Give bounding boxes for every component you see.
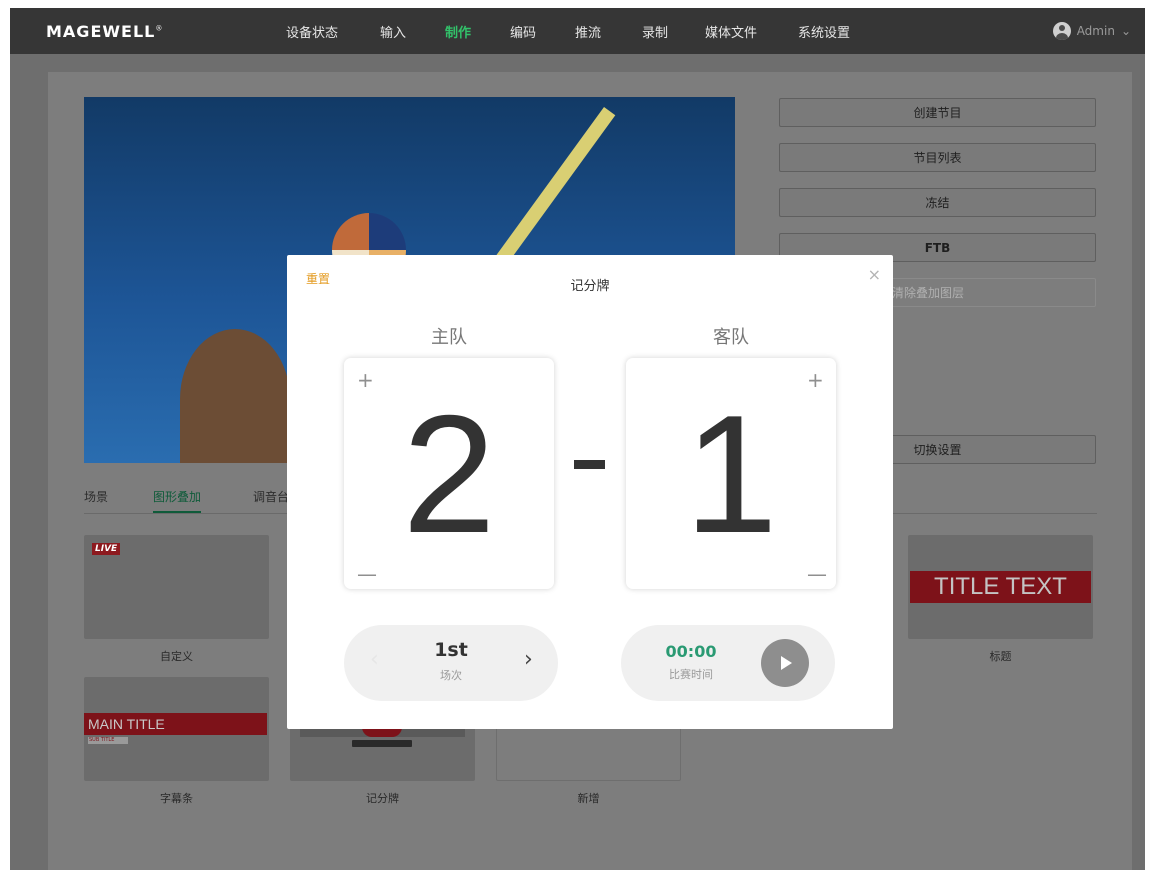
overlay-label-custom: 自定义 [160, 650, 193, 663]
game-timer: 00:00 比赛时间 [621, 625, 835, 701]
play-icon[interactable] [761, 639, 809, 687]
overlay-label-title: 标题 [989, 650, 1012, 663]
nav-production[interactable]: 制作 [445, 22, 471, 41]
nav-encoding[interactable]: 编码 [510, 22, 536, 41]
home-team-label: 主队 [431, 327, 467, 348]
main-title-preview: MAIN TITLE [84, 713, 267, 735]
live-badge: LIVE [92, 543, 121, 555]
tab-audio-mixer[interactable]: 调音台 [253, 488, 289, 505]
user-name: Admin [1076, 24, 1115, 38]
nav-system-settings[interactable]: 系统设置 [798, 22, 850, 41]
overlay-label-scoreboard: 记分牌 [366, 792, 399, 805]
tab-graphic-overlays[interactable]: 图形叠加 [153, 488, 202, 513]
round-next-icon[interactable]: › [524, 649, 533, 671]
program-list-button[interactable]: 节目列表 [779, 143, 1096, 172]
overlay-card-lower-third[interactable]: MAIN TITLE SUB TITLE [84, 677, 269, 781]
nav-media-files[interactable]: 媒体文件 [705, 22, 757, 41]
scoreboard-dialog: 重置 记分牌 × 主队 客队 + 2 — + 1 — ‹ 1st 场次 › 00… [287, 255, 893, 729]
nav-device-status[interactable]: 设备状态 [286, 22, 338, 41]
timer-value: 00:00 [665, 642, 717, 661]
home-score: 2 [402, 380, 496, 568]
tab-scenes[interactable]: 场景 [84, 488, 108, 505]
away-score-minus-icon[interactable]: — [807, 564, 827, 584]
home-score-minus-icon[interactable]: — [357, 564, 377, 584]
title-text-preview: TITLE TEXT [910, 571, 1091, 603]
home-score-panel: + 2 — [344, 358, 554, 589]
timer-label: 比赛时间 [669, 668, 713, 681]
top-nav-bar: MAGEWELL® 设备状态 输入 制作 编码 推流 录制 媒体文件 系统设置 … [10, 8, 1145, 54]
close-icon[interactable]: × [868, 265, 881, 284]
scoreboard-thumbnail-bar [352, 740, 412, 747]
overlay-card-title[interactable]: TITLE TEXT [908, 535, 1093, 639]
overlay-label-lower-third: 字幕条 [160, 792, 193, 805]
chevron-down-icon: ⌄ [1120, 24, 1131, 38]
nav-recording[interactable]: 录制 [642, 22, 668, 41]
create-program-button[interactable]: 创建节目 [779, 98, 1096, 127]
user-menu[interactable]: Admin ⌄ [1052, 22, 1131, 40]
nav-input[interactable]: 输入 [380, 22, 406, 41]
away-score-panel: + 1 — [626, 358, 836, 589]
away-score: 1 [684, 380, 778, 568]
overlay-card-custom[interactable]: LIVE [84, 535, 269, 639]
nav-streaming[interactable]: 推流 [575, 22, 601, 41]
overlay-label-add: 新增 [577, 792, 600, 805]
sub-title-preview: SUB TITLE [88, 737, 128, 744]
player-figure [180, 329, 290, 463]
score-separator [574, 460, 605, 469]
user-avatar-icon [1052, 22, 1071, 40]
magewell-logo[interactable]: MAGEWELL® [46, 22, 163, 41]
round-selector: ‹ 1st 场次 › [344, 625, 558, 701]
away-team-label: 客队 [713, 327, 749, 348]
freeze-button[interactable]: 冻结 [779, 188, 1096, 217]
dialog-title: 记分牌 [570, 279, 610, 294]
